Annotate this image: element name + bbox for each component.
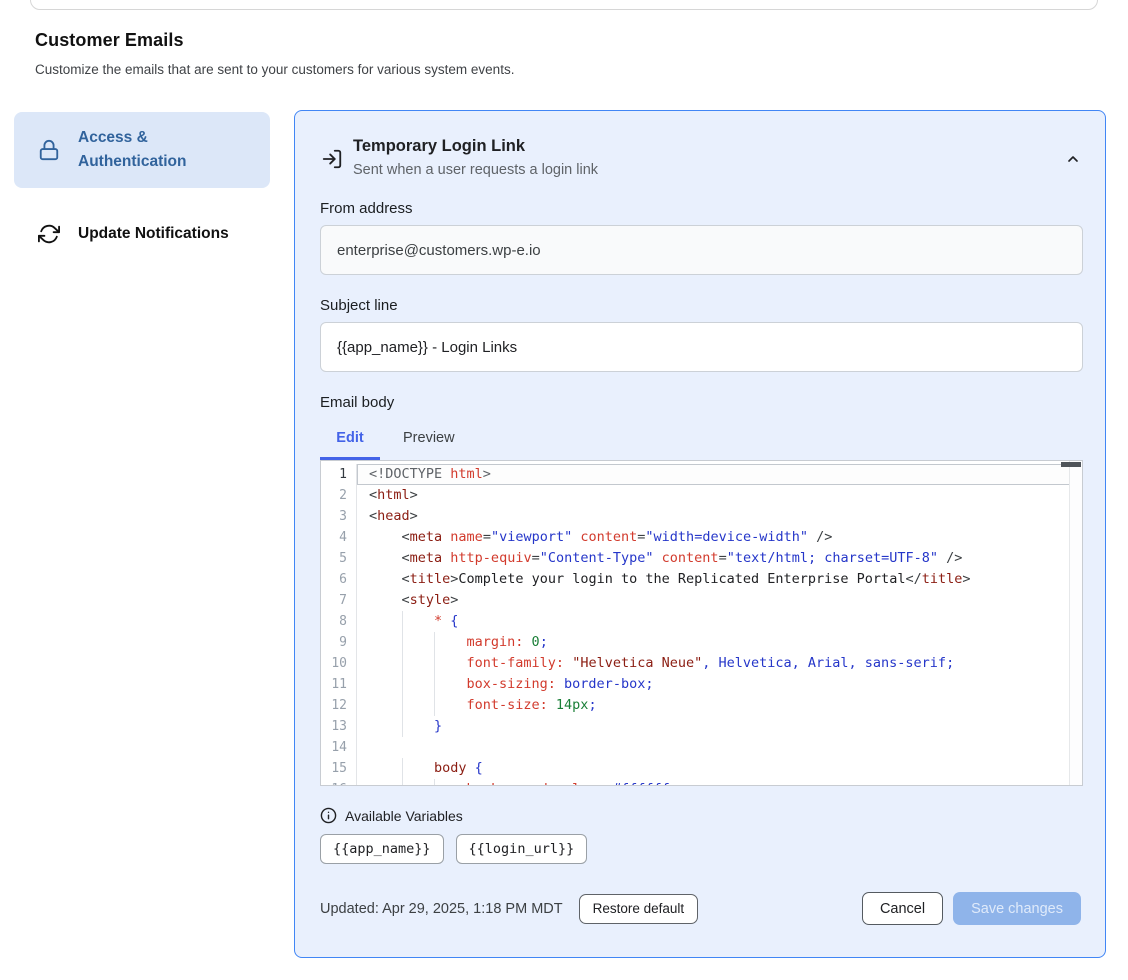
line-number: 14	[321, 737, 357, 758]
code-line[interactable]: 14	[321, 737, 1082, 758]
top-card-edge	[30, 0, 1098, 10]
sidebar-item-access-authentication[interactable]: Access & Authentication	[14, 112, 270, 188]
cancel-button[interactable]: Cancel	[862, 892, 943, 925]
line-number: 11	[321, 674, 357, 695]
subject-line-input[interactable]	[320, 322, 1083, 372]
line-number: 4	[321, 527, 357, 548]
code-line[interactable]: 16 background-color: #ffffff;	[321, 779, 1082, 786]
sidebar-item-label: Update Notifications	[78, 222, 229, 246]
code-line[interactable]: 12 font-size: 14px;	[321, 695, 1082, 716]
code-line[interactable]: 6 <title>Complete your login to the Repl…	[321, 569, 1082, 590]
line-number: 6	[321, 569, 357, 590]
page-title: Customer Emails	[35, 30, 735, 51]
code-line[interactable]: 15 body {	[321, 758, 1082, 779]
from-address-input[interactable]	[320, 225, 1083, 275]
sidebar-item-label: Access & Authentication	[78, 126, 256, 174]
editor-scrollbar-track[interactable]	[1069, 461, 1082, 785]
code-line[interactable]: 1<!DOCTYPE html>	[321, 464, 1082, 485]
updated-timestamp: Updated: Apr 29, 2025, 1:18 PM MDT	[320, 901, 563, 917]
login-icon	[321, 148, 343, 170]
code-lines: 1<!DOCTYPE html>2<html>3<head>4 <meta na…	[321, 461, 1082, 786]
code-line[interactable]: 9 margin: 0;	[321, 632, 1082, 653]
code-line[interactable]: 11 box-sizing: border-box;	[321, 674, 1082, 695]
collapse-button[interactable]	[1065, 151, 1081, 170]
tab-edit[interactable]: Edit	[320, 421, 380, 460]
restore-default-button[interactable]: Restore default	[579, 894, 699, 924]
editor-scrollbar-thumb[interactable]	[1061, 462, 1081, 467]
variable-chip-app-name[interactable]: {{app_name}}	[320, 834, 444, 864]
panel-subtitle: Sent when a user requests a login link	[353, 162, 598, 178]
code-line[interactable]: 7 <style>	[321, 590, 1082, 611]
panel-header: Temporary Login Link Sent when a user re…	[320, 137, 1081, 178]
screen: Customer Emails Customize the emails tha…	[0, 0, 1128, 980]
line-number: 10	[321, 653, 357, 674]
code-editor[interactable]: 1<!DOCTYPE html>2<html>3<head>4 <meta na…	[320, 460, 1083, 786]
info-icon	[320, 807, 337, 824]
code-line[interactable]: 4 <meta name="viewport" content="width=d…	[321, 527, 1082, 548]
line-number: 13	[321, 716, 357, 737]
code-line[interactable]: 2<html>	[321, 485, 1082, 506]
email-body-label: Email body	[320, 394, 1081, 411]
from-address-label: From address	[320, 200, 1081, 217]
code-line[interactable]: 3<head>	[321, 506, 1082, 527]
email-template-panel: Temporary Login Link Sent when a user re…	[294, 110, 1106, 958]
line-number: 5	[321, 548, 357, 569]
line-number: 8	[321, 611, 357, 632]
panel-footer: Updated: Apr 29, 2025, 1:18 PM MDT Resto…	[320, 892, 1081, 925]
code-line[interactable]: 10 font-family: "Helvetica Neue", Helvet…	[321, 653, 1082, 674]
available-variables-row: Available Variables	[320, 807, 1081, 824]
panel-title: Temporary Login Link	[353, 137, 598, 156]
panel-header-text: Temporary Login Link Sent when a user re…	[353, 137, 598, 178]
lock-icon	[38, 139, 60, 161]
line-number: 9	[321, 632, 357, 653]
line-number: 15	[321, 758, 357, 779]
line-number: 2	[321, 485, 357, 506]
line-number: 3	[321, 506, 357, 527]
save-changes-button[interactable]: Save changes	[953, 892, 1081, 925]
tab-preview[interactable]: Preview	[403, 421, 455, 460]
sidebar-item-update-notifications[interactable]: Update Notifications	[14, 208, 270, 260]
refresh-icon	[38, 223, 60, 245]
line-number: 7	[321, 590, 357, 611]
subject-line-label: Subject line	[320, 297, 1081, 314]
line-number: 12	[321, 695, 357, 716]
chevron-up-icon	[1065, 155, 1081, 170]
page-subtitle: Customize the emails that are sent to yo…	[35, 62, 735, 77]
line-number: 16	[321, 779, 357, 786]
code-line[interactable]: 8 * {	[321, 611, 1082, 632]
code-line[interactable]: 5 <meta http-equiv="Content-Type" conten…	[321, 548, 1082, 569]
variable-chip-login-url[interactable]: {{login_url}}	[456, 834, 588, 864]
available-variables-label: Available Variables	[345, 808, 463, 824]
sidebar: Access & Authentication Update Notificat…	[14, 112, 270, 260]
code-line[interactable]: 13 }	[321, 716, 1082, 737]
editor-tabs: Edit Preview	[320, 421, 1081, 460]
page-header: Customer Emails Customize the emails tha…	[35, 30, 735, 77]
variable-chips: {{app_name}} {{login_url}}	[320, 834, 1081, 864]
line-number: 1	[321, 464, 357, 485]
